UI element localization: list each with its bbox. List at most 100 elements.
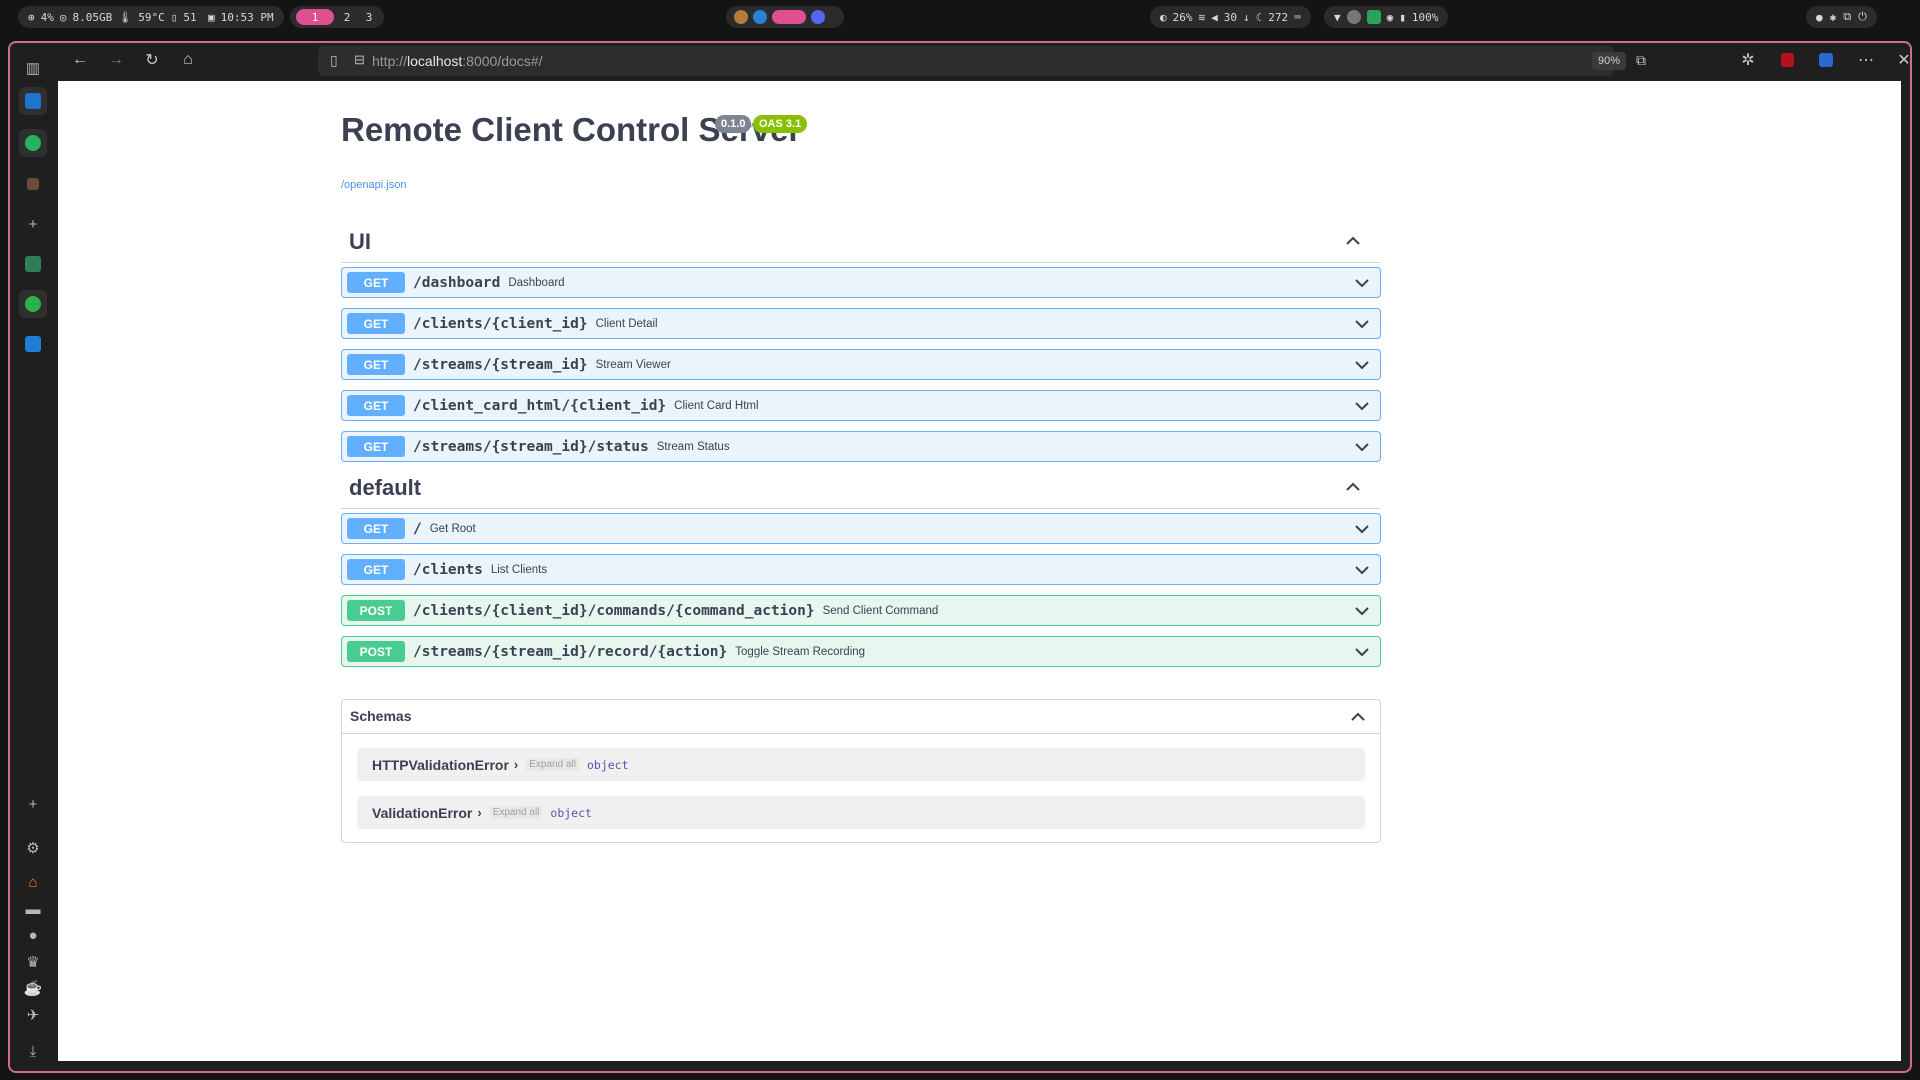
more-menu-icon[interactable]: ⋯ — [1854, 48, 1878, 72]
workspace-1[interactable]: 1 — [296, 9, 334, 25]
schemas-header[interactable]: Schemas — [342, 700, 1380, 734]
operation-summary: Stream Status — [656, 440, 730, 453]
model-name[interactable]: ValidationError — [372, 805, 472, 821]
brave-icon[interactable] — [734, 10, 748, 24]
lock-icon[interactable]: ● — [1816, 11, 1823, 24]
operation-path: /streams/{stream_id}/status — [413, 438, 649, 455]
expand-all-button[interactable]: Expand all — [526, 758, 579, 771]
section-title: UI — [349, 229, 371, 254]
openapi-json-link[interactable]: /openapi.json — [341, 179, 406, 191]
downloads-icon[interactable]: ⤓ — [19, 1037, 47, 1065]
tray-pill: ▼ ◉ ▮ 100% — [1324, 6, 1449, 28]
operation-get-client-card-html[interactable]: GET /client_card_html/{client_id} Client… — [341, 390, 1381, 421]
operation-get-stream-status[interactable]: GET /streams/{stream_id}/status Stream S… — [341, 431, 1381, 462]
brightness-icon: ◐ — [1160, 10, 1167, 24]
discord-tray-icon[interactable]: ◉ — [1387, 11, 1394, 24]
zoom-indicator[interactable]: 90% — [1592, 52, 1626, 70]
chevron-up-icon — [1346, 482, 1360, 491]
operation-path: /dashboard — [413, 274, 501, 291]
operation-get-root[interactable]: GET / Get Root — [341, 513, 1381, 544]
section-ui-header[interactable]: UI — [341, 221, 1381, 263]
chevron-down-icon — [1355, 279, 1369, 288]
shield-icon[interactable]: ▼ — [1334, 11, 1341, 24]
chevron-up-icon — [1351, 712, 1365, 721]
home-icon[interactable]: ⌂ — [176, 48, 200, 72]
plane-icon[interactable]: ✈ — [19, 1001, 47, 1029]
globe-icon[interactable]: ● — [19, 921, 47, 949]
schema-model[interactable]: HTTPValidationError › Expand all object — [357, 748, 1365, 781]
operation-summary: Client Detail — [595, 317, 658, 330]
extensions-icon[interactable]: ✲ — [1736, 48, 1760, 72]
page-icon: ▯ — [330, 52, 338, 68]
chevron-down-icon — [1355, 361, 1369, 370]
outlook-icon[interactable] — [19, 87, 47, 115]
oas-badge: OAS 3.1 — [753, 115, 808, 133]
address-bar[interactable]: ▯ ⊟ http://localhost:8000/docs#/ 90% ⧉ — [318, 46, 1646, 76]
operation-path: /client_card_html/{client_id} — [413, 397, 667, 414]
vscode-app-icon[interactable] — [19, 330, 47, 358]
screenshot-icon[interactable]: ⧉ — [1843, 10, 1851, 24]
operation-get-dashboard[interactable]: GET /dashboard Dashboard — [341, 267, 1381, 298]
back-icon[interactable]: ← — [68, 48, 92, 72]
operation-post-client-command[interactable]: POST /clients/{client_id}/commands/{comm… — [341, 595, 1381, 626]
trophy-icon[interactable]: ♛ — [19, 948, 47, 976]
schema-model[interactable]: ValidationError › Expand all object — [357, 796, 1365, 829]
battery-value: 100% — [1411, 10, 1439, 24]
site-info-icon[interactable]: ⊟ — [354, 52, 365, 68]
bitwarden-icon[interactable] — [1814, 48, 1838, 72]
brightness-value: 26% — [1172, 10, 1193, 24]
operation-get-clients[interactable]: GET /clients List Clients — [341, 554, 1381, 585]
bluetooth-icon[interactable] — [1346, 10, 1361, 24]
bed-icon[interactable]: ▬ — [19, 895, 47, 923]
settings-icon[interactable]: ✱ — [1830, 11, 1837, 24]
add-panel-icon[interactable]: + — [19, 210, 47, 238]
green-app-icon[interactable] — [19, 250, 47, 278]
house-icon[interactable]: ⌂ — [19, 868, 47, 896]
operation-summary: Get Root — [429, 522, 476, 535]
workspace-2[interactable]: 2 — [338, 9, 356, 25]
wifi-icon: ≋ — [1198, 10, 1206, 24]
workspace-3[interactable]: 3 — [360, 9, 378, 25]
operation-summary: Dashboard — [508, 276, 565, 289]
ram-usage: 8.05GB — [72, 10, 113, 24]
clock-pill[interactable]: ▣ 10:53 PM — [198, 6, 284, 28]
notifications-icon[interactable] — [1366, 10, 1381, 24]
feedly-icon[interactable] — [19, 290, 47, 318]
operation-summary: List Clients — [490, 563, 548, 576]
operation-get-client-detail[interactable]: GET /clients/{client_id} Client Detail — [341, 308, 1381, 339]
operation-path: /streams/{stream_id} — [413, 356, 588, 373]
model-name[interactable]: HTTPValidationError — [372, 757, 509, 773]
expand-all-button[interactable]: Expand all — [489, 806, 543, 819]
browser-sidebar: ▥ + + ⚙ ⌂ ▬ ● ♛ ☕ ✈ ⤓ — [10, 43, 58, 1071]
discord-icon[interactable] — [811, 10, 825, 24]
swagger-page: Remote Client Control Server 0.1.0 OAS 3… — [58, 81, 1901, 1061]
calendar-icon: ▣ — [208, 10, 215, 24]
chevron-right-icon[interactable]: › — [477, 805, 481, 820]
reload-icon[interactable]: ↻ — [140, 48, 164, 72]
close-icon[interactable]: ✕ — [1892, 48, 1910, 72]
settings-icon[interactable]: ⚙ — [19, 834, 47, 862]
operation-post-stream-record[interactable]: POST /streams/{stream_id}/record/{action… — [341, 636, 1381, 667]
add-sidebar-icon[interactable]: + — [19, 790, 47, 818]
operation-path: /clients/{client_id} — [413, 315, 588, 332]
model-type: object — [586, 757, 629, 772]
obs-icon[interactable] — [772, 10, 806, 24]
operation-summary: Stream Viewer — [595, 358, 671, 371]
operation-path: / — [413, 520, 422, 537]
operation-get-stream-viewer[interactable]: GET /streams/{stream_id} Stream Viewer — [341, 349, 1381, 380]
forward-icon[interactable]: → — [104, 48, 128, 72]
ublock-icon[interactable] — [1775, 48, 1799, 72]
bookmark-icon[interactable]: ⧉ — [1636, 52, 1646, 69]
power-icon[interactable]: ⏻ — [1858, 10, 1867, 24]
whatsapp-icon[interactable] — [19, 129, 47, 157]
chevron-up-icon — [1346, 236, 1360, 245]
download-count: 272 — [1268, 10, 1289, 24]
home-app-icon[interactable] — [19, 170, 47, 198]
sidebar-toggle-icon[interactable]: ▥ — [19, 54, 47, 82]
url-rest: :8000/docs#/ — [462, 53, 543, 69]
cup-icon[interactable]: ☕ — [19, 974, 47, 1002]
chevron-right-icon[interactable]: › — [514, 757, 518, 772]
section-default-header[interactable]: default — [341, 467, 1381, 509]
workspace-switcher: 1 2 3 — [290, 6, 384, 28]
vscode-icon[interactable] — [753, 10, 767, 24]
